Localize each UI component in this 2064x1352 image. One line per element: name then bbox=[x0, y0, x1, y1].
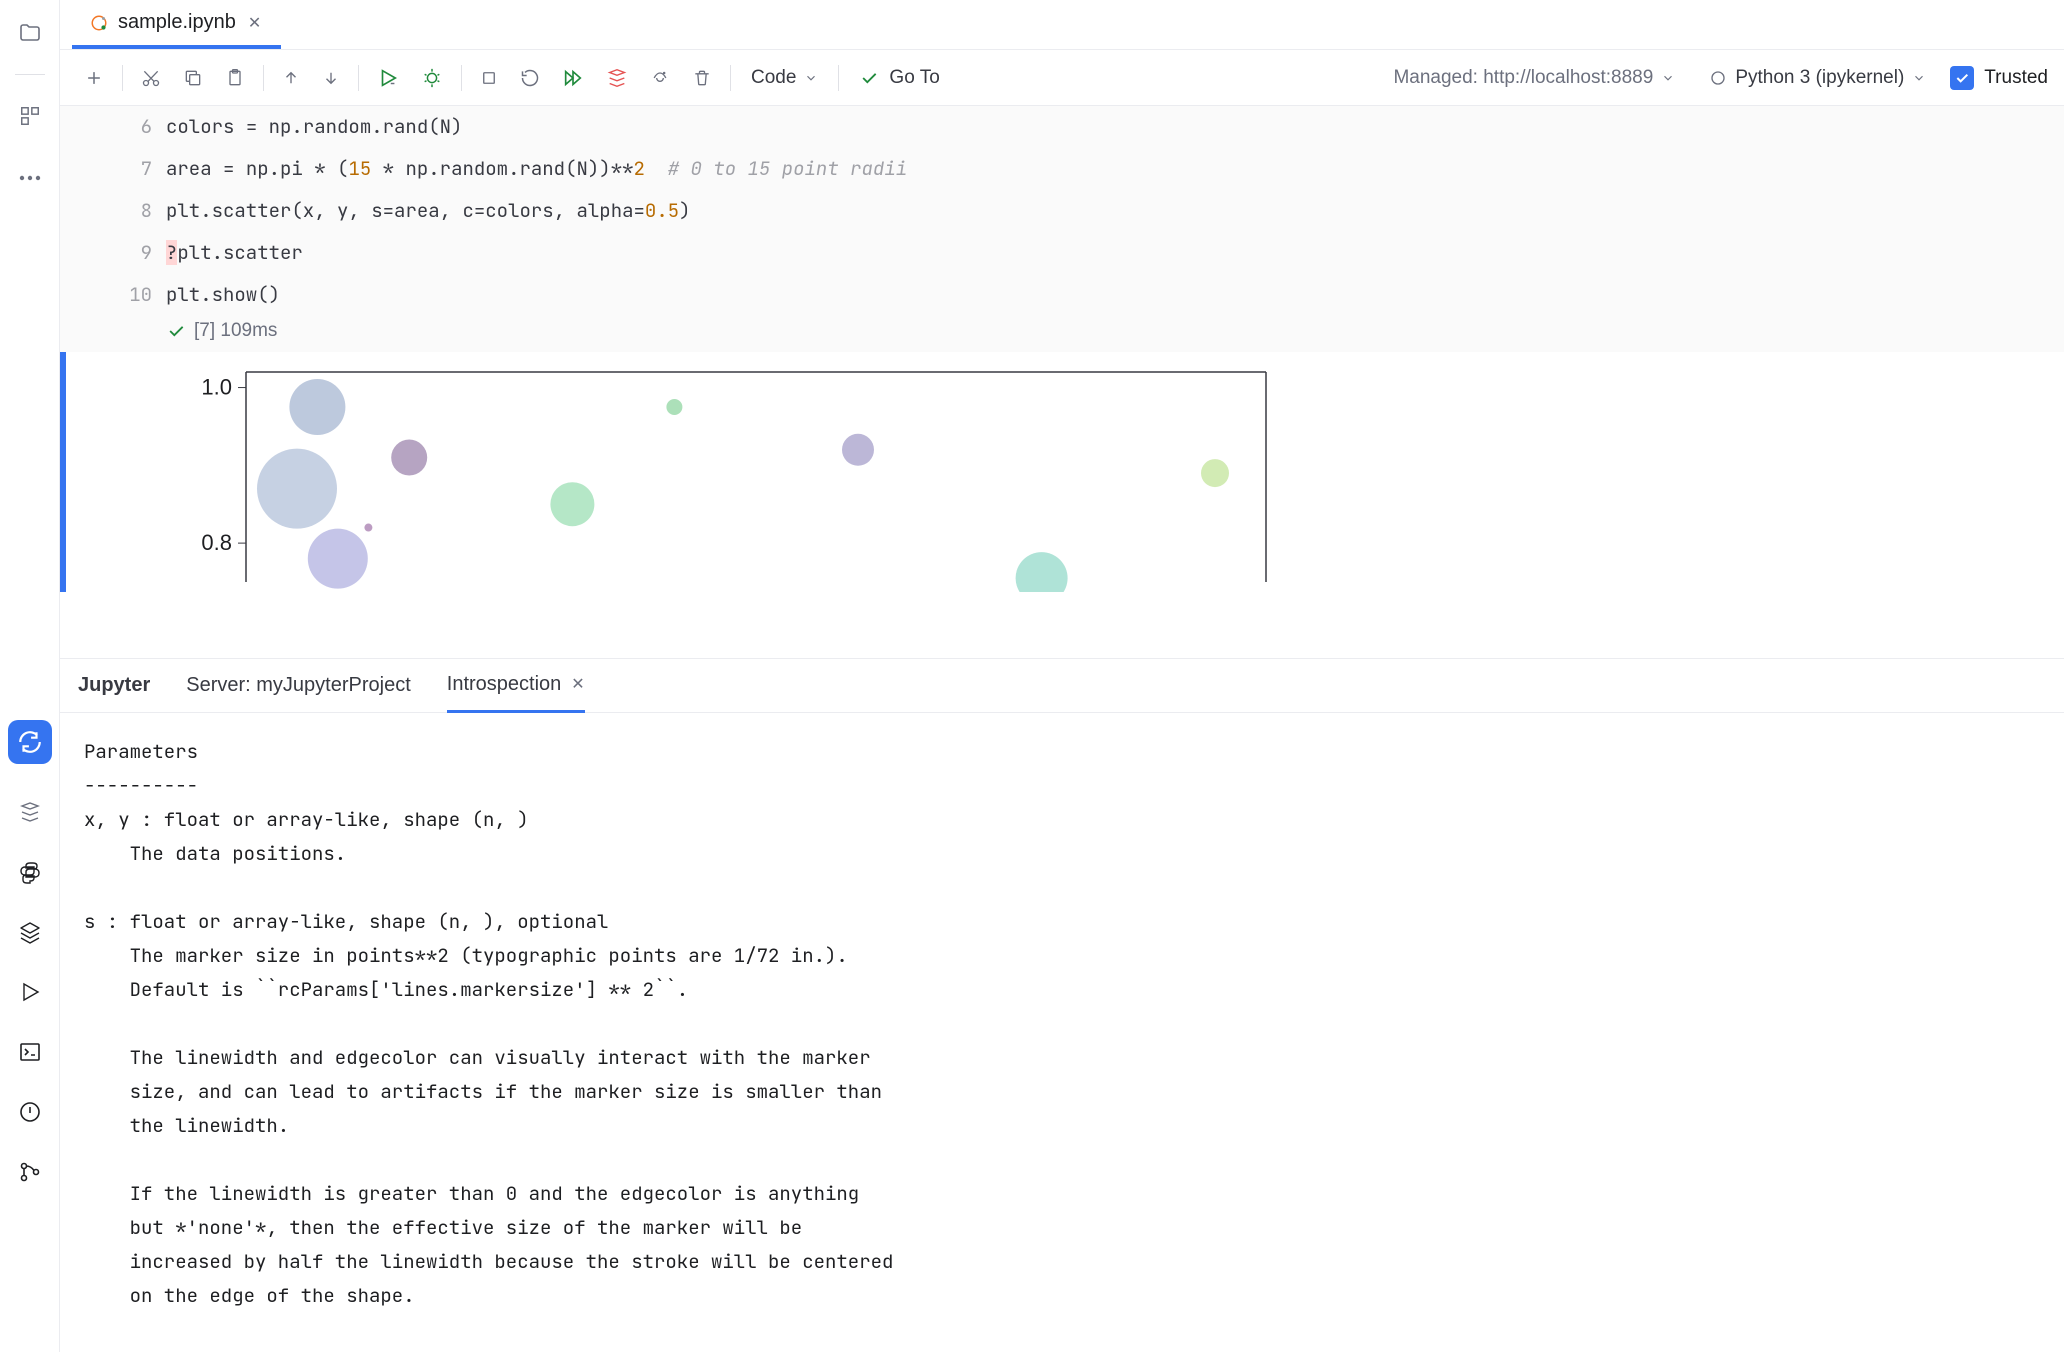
structure-icon[interactable] bbox=[15, 101, 45, 131]
plot-output: 0.8 1.0 bbox=[60, 352, 2064, 592]
file-tab-sample[interactable]: sample.ipynb ✕ bbox=[72, 0, 281, 49]
notebook-toolbar: Code Go To Managed: http://localhost:888… bbox=[60, 50, 2064, 106]
close-icon[interactable]: ✕ bbox=[571, 674, 584, 694]
close-tab-icon[interactable]: ✕ bbox=[246, 13, 263, 33]
chevron-down-icon bbox=[804, 71, 818, 85]
delete-cell-button[interactable] bbox=[684, 62, 720, 94]
git-icon[interactable] bbox=[18, 1160, 42, 1184]
jupyter-file-icon bbox=[90, 14, 108, 32]
check-icon bbox=[859, 68, 879, 88]
more-icon[interactable] bbox=[15, 163, 45, 193]
bottom-panel: Jupyter Server: myJupyterProject Introspec… bbox=[60, 658, 2064, 1352]
file-tab-label: sample.ipynb bbox=[118, 11, 236, 34]
cut-button[interactable] bbox=[133, 62, 169, 94]
check-icon bbox=[166, 321, 186, 341]
problems-icon[interactable] bbox=[18, 1100, 42, 1124]
restart-button[interactable] bbox=[512, 62, 548, 94]
bottom-tab-introspection[interactable]: Introspection✕ bbox=[447, 659, 585, 713]
chevron-down-icon bbox=[1912, 71, 1926, 85]
trusted-label: Trusted bbox=[1984, 67, 2048, 89]
clear-output-button[interactable] bbox=[642, 62, 678, 94]
run-services-icon[interactable] bbox=[18, 980, 42, 1004]
bottom-tab-server-myjupyterproject[interactable]: Server: myJupyterProject bbox=[186, 660, 411, 711]
python-icon[interactable] bbox=[18, 860, 42, 884]
interrupt-button[interactable] bbox=[472, 63, 506, 93]
move-down-button[interactable] bbox=[314, 63, 348, 93]
variables-button[interactable] bbox=[598, 61, 636, 95]
trusted-check-icon bbox=[1950, 66, 1974, 90]
introspection-content[interactable]: Parameters ---------- x, y : float or ar… bbox=[60, 713, 2064, 1352]
terminal-icon[interactable] bbox=[18, 1040, 42, 1064]
project-icon[interactable] bbox=[15, 18, 45, 48]
scatter-plot: 0.8 1.0 bbox=[166, 362, 1286, 592]
layers-icon[interactable] bbox=[18, 920, 42, 944]
kernel-label: Python 3 (ipykernel) bbox=[1735, 67, 1904, 89]
goto-button[interactable]: Go To bbox=[849, 67, 949, 89]
database-icon[interactable] bbox=[18, 800, 42, 824]
copy-button[interactable] bbox=[175, 62, 211, 94]
code-editor[interactable]: colors = np.random.rand(N)area = np.pi *… bbox=[166, 106, 927, 316]
run-all-button[interactable] bbox=[554, 61, 592, 95]
move-up-button[interactable] bbox=[274, 63, 308, 93]
editor-tabs: sample.ipynb ✕ bbox=[60, 0, 2064, 50]
goto-label: Go To bbox=[889, 67, 939, 89]
kernel-status-icon bbox=[1709, 69, 1727, 87]
main-column: sample.ipynb ✕ Code Go To bbox=[60, 0, 2064, 1352]
managed-server-selector[interactable]: Managed: http://localhost:8889 bbox=[1383, 67, 1685, 89]
svg-text:1.0: 1.0 bbox=[201, 375, 232, 400]
add-cell-button[interactable] bbox=[76, 62, 112, 94]
run-cell-button[interactable] bbox=[369, 61, 407, 95]
sync-icon[interactable] bbox=[8, 720, 52, 764]
line-gutter: 678910 bbox=[106, 106, 166, 316]
debug-cell-button[interactable] bbox=[413, 61, 451, 95]
svg-text:0.8: 0.8 bbox=[201, 530, 232, 555]
kernel-selector[interactable]: Python 3 (ipykernel) bbox=[1699, 67, 1936, 89]
cell-type-selector[interactable]: Code bbox=[741, 67, 828, 89]
paste-button[interactable] bbox=[217, 62, 253, 94]
execution-status-text: [7] 109ms bbox=[194, 320, 277, 342]
trusted-toggle[interactable]: Trusted bbox=[1950, 66, 2048, 90]
code-cell[interactable]: 678910 colors = np.random.rand(N)area = … bbox=[60, 106, 2064, 316]
managed-label: Managed: http://localhost:8889 bbox=[1393, 67, 1653, 89]
bottom-tab-jupyter[interactable]: Jupyter bbox=[78, 660, 150, 711]
bottom-panel-tabs: Jupyter Server: myJupyterProject Introspec… bbox=[60, 659, 2064, 713]
cell-type-label: Code bbox=[751, 67, 796, 89]
chevron-down-icon bbox=[1661, 71, 1675, 85]
execution-status: [7] 109ms bbox=[60, 316, 2064, 352]
